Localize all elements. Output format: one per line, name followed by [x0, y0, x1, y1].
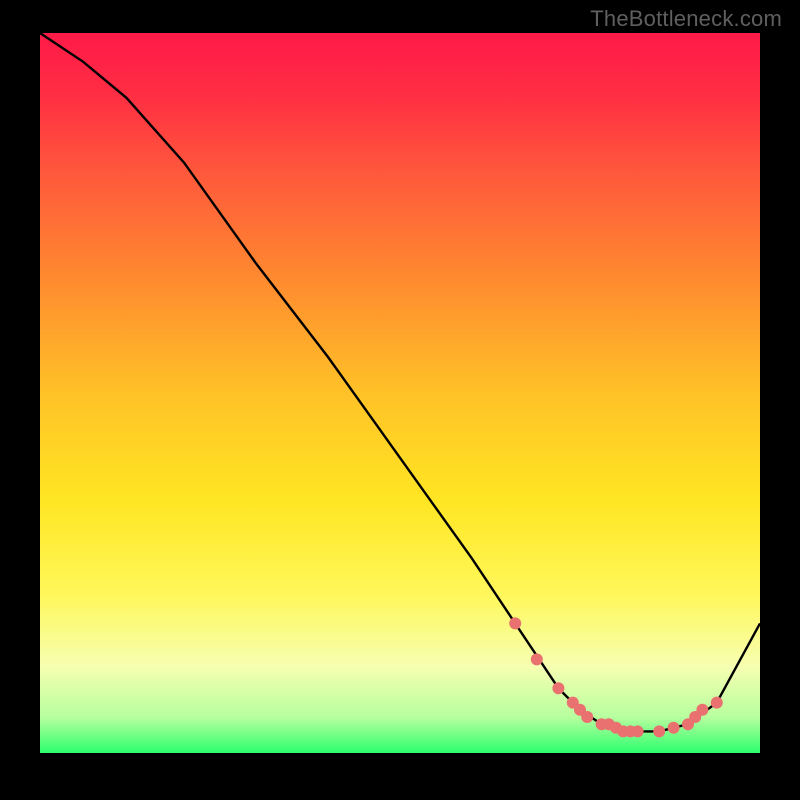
curve-marker — [552, 682, 564, 694]
plot-background — [40, 33, 760, 753]
curve-marker — [668, 722, 680, 734]
curve-marker — [632, 725, 644, 737]
bottleneck-chart — [0, 0, 800, 800]
curve-marker — [581, 711, 593, 723]
curve-marker — [531, 653, 543, 665]
chart-container: { "watermark": "TheBottleneck.com", "cha… — [0, 0, 800, 800]
watermark-text: TheBottleneck.com — [590, 6, 782, 32]
curve-marker — [653, 725, 665, 737]
curve-marker — [711, 697, 723, 709]
curve-marker — [509, 617, 521, 629]
curve-marker — [696, 704, 708, 716]
